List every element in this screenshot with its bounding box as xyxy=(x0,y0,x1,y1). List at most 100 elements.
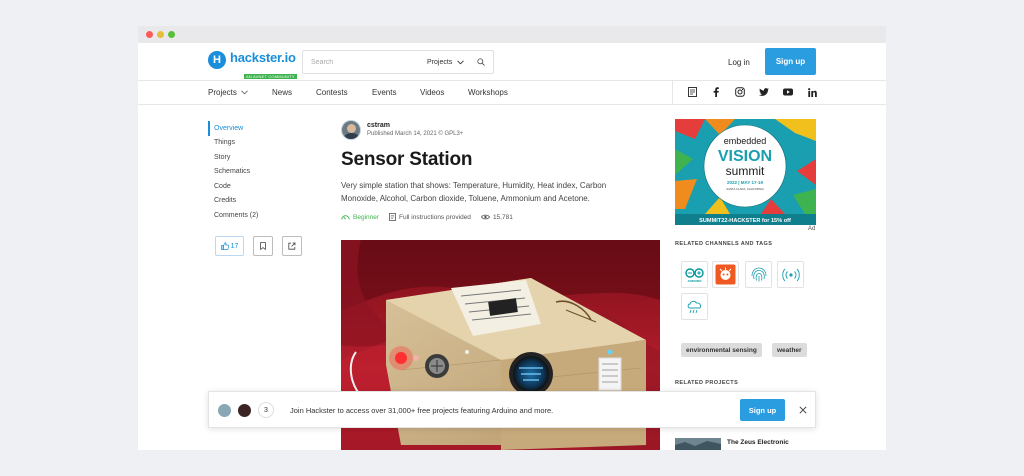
author-name[interactable]: cstram xyxy=(367,121,463,130)
ad-promo: SUMMIT22-HACKSTER for 15% off xyxy=(699,218,791,224)
views-count: 15,781 xyxy=(492,213,513,221)
browser-chrome xyxy=(138,26,886,43)
ad-line3: summit xyxy=(726,164,765,178)
news-icon[interactable] xyxy=(686,86,698,98)
search-box: Projects xyxy=(302,50,494,74)
toc-credits[interactable]: Credits xyxy=(208,194,288,209)
channel-weather[interactable] xyxy=(681,293,708,320)
arduino-logo-icon: ARDUINO xyxy=(685,267,704,283)
bookmark-icon xyxy=(260,242,266,250)
linkedin-icon[interactable] xyxy=(806,86,818,98)
difficulty-badge: Beginner xyxy=(341,214,379,221)
site-logo[interactable]: H hackster.io AN AVNET COMMUNITY xyxy=(208,51,297,83)
search-input[interactable] xyxy=(303,51,413,73)
site-tagline: AN AVNET COMMUNITY xyxy=(244,74,297,79)
search-scope-dropdown[interactable]: Projects xyxy=(427,51,465,73)
bookmark-button[interactable] xyxy=(253,236,273,256)
search-icon xyxy=(477,58,485,66)
thumbs-up-icon xyxy=(220,242,229,250)
ad-line2: VISION xyxy=(718,148,772,165)
toc-code[interactable]: Code xyxy=(208,179,288,194)
minimize-window-dot[interactable] xyxy=(157,31,164,38)
facebook-icon[interactable] xyxy=(710,86,722,98)
wireless-icon xyxy=(781,268,800,281)
channel-arduino[interactable]: ARDUINO xyxy=(681,261,708,288)
signup-button[interactable]: Sign up xyxy=(765,48,816,75)
robot-channel-icon xyxy=(715,264,736,285)
channel-wireless[interactable] xyxy=(777,261,804,288)
chevron-down-icon xyxy=(241,90,248,95)
nav-divider xyxy=(672,81,673,104)
nav-contests[interactable]: Contests xyxy=(316,81,348,104)
page: H hackster.io AN AVNET COMMUNITY Project… xyxy=(138,43,886,450)
toc-things[interactable]: Things xyxy=(208,136,288,151)
embedded-vision-summit-ad: embedded VISION summit 2022 | MAY 17-19 … xyxy=(675,119,816,225)
ad-line1: embedded xyxy=(724,136,767,146)
fingerprint-icon xyxy=(751,267,766,281)
nav-videos[interactable]: Videos xyxy=(420,81,444,104)
ad-location: SANTA CLARA, CALIFORNIA xyxy=(726,187,764,191)
project-actions: 17 xyxy=(215,236,311,256)
instagram-icon[interactable] xyxy=(734,86,746,98)
toc-schematics[interactable]: Schematics xyxy=(208,165,288,180)
youtube-icon[interactable] xyxy=(782,86,794,98)
twitter-icon[interactable] xyxy=(758,86,770,98)
published-date: Published March 14, 2021 © GPL3+ xyxy=(367,131,464,137)
search-button[interactable] xyxy=(469,51,493,73)
instructions-badge: Full instructions provided xyxy=(389,213,471,221)
maximize-window-dot[interactable] xyxy=(168,31,175,38)
channel-fingerprint[interactable] xyxy=(745,261,772,288)
member-avatar-2 xyxy=(237,403,252,418)
toc-overview[interactable]: Overview xyxy=(208,121,288,136)
banner-signup-button[interactable]: Sign up xyxy=(740,399,785,421)
nav-projects[interactable]: Projects xyxy=(208,81,248,104)
related-project-thumbnail[interactable] xyxy=(675,438,721,450)
ad-banner[interactable]: embedded VISION summit 2022 | MAY 17-19 … xyxy=(675,119,816,225)
project-stats: Beginner Full instructions provided 15,7… xyxy=(341,213,523,221)
login-link[interactable]: Log in xyxy=(728,58,750,67)
project-title: Sensor Station xyxy=(341,149,473,170)
project-description: Very simple station that shows: Temperat… xyxy=(341,181,607,203)
member-count: 3 xyxy=(258,402,274,418)
tag-environmental-sensing[interactable]: environmental sensing xyxy=(681,343,762,357)
channels-title: RELATED CHANNELS AND TAGS xyxy=(675,241,773,247)
channel-hackster[interactable] xyxy=(712,261,739,288)
like-count: 17 xyxy=(230,242,239,250)
views-badge: 15,781 xyxy=(480,213,513,221)
browser-window: H hackster.io AN AVNET COMMUNITY Project… xyxy=(138,26,886,450)
toc-story[interactable]: Story xyxy=(208,150,288,165)
document-icon xyxy=(389,213,396,221)
toc-comments[interactable]: Comments (2) xyxy=(208,208,288,223)
join-banner: 3 Join Hackster to access over 31,000+ f… xyxy=(208,391,816,428)
nav-projects-label: Projects xyxy=(208,88,237,97)
nav-workshops[interactable]: Workshops xyxy=(468,81,508,104)
close-window-dot[interactable] xyxy=(146,31,153,38)
nav-events[interactable]: Events xyxy=(372,81,396,104)
member-avatar-1 xyxy=(217,403,232,418)
hackster-logo-icon: H xyxy=(208,51,226,69)
site-header: H hackster.io AN AVNET COMMUNITY Project… xyxy=(138,43,886,81)
like-button[interactable]: 17 xyxy=(215,236,244,256)
instructions-label: Full instructions provided xyxy=(399,213,471,221)
nav-news[interactable]: News xyxy=(272,81,292,104)
main-nav: Projects News Contests Events Videos Wor… xyxy=(138,81,886,105)
close-icon xyxy=(799,406,807,414)
author-avatar[interactable] xyxy=(341,120,361,140)
cloud-rain-icon xyxy=(687,300,701,313)
ad-dates: 2022 | MAY 17-19 xyxy=(727,180,764,185)
difficulty-icon xyxy=(341,215,350,220)
eye-icon xyxy=(480,214,490,220)
site-name: hackster.io xyxy=(230,50,296,65)
chevron-down-icon xyxy=(457,59,465,64)
share-icon xyxy=(288,242,296,250)
banner-close-button[interactable] xyxy=(797,404,809,416)
related-projects-title: RELATED PROJECTS xyxy=(675,380,739,386)
related-project-title[interactable]: The Zeus Electronic xyxy=(727,439,789,446)
tag-weather[interactable]: weather xyxy=(772,343,807,357)
table-of-contents: Overview Things Story Schematics Code Cr… xyxy=(208,121,288,223)
difficulty-label: Beginner xyxy=(353,213,380,221)
share-button[interactable] xyxy=(282,236,302,256)
search-scope-label: Projects xyxy=(427,58,453,66)
ad-label: Ad xyxy=(808,226,816,232)
join-banner-text: Join Hackster to access over 31,000+ fre… xyxy=(290,406,554,415)
